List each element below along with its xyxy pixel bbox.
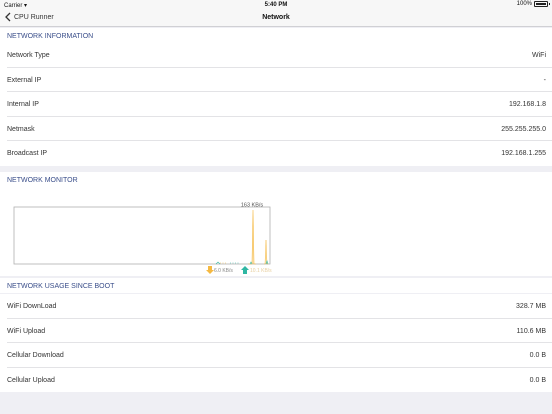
row-value: 0.0 B (529, 352, 546, 359)
clock: 5:40 PM (264, 2, 288, 8)
table-row: WiFi Upload 110.6 MB (0, 319, 552, 343)
table-row: Network Type WiFi (0, 43, 552, 68)
section-header-network-monitor: NETWORK MONITOR (0, 172, 552, 188)
network-monitor-panel: 163 KB/s 6.0 KB/s 10.1 KB/s (0, 188, 552, 276)
row-value: WiFi (532, 52, 546, 59)
row-label: Internal IP (7, 101, 39, 108)
row-label: Broadcast IP (7, 150, 48, 157)
row-value: 110.6 MB (516, 327, 546, 335)
table-row: Internal IP 192.168.1.8 (0, 92, 552, 117)
row-value: 328.7 MB (516, 303, 546, 310)
table-row: Cellular Download 0.0 B (0, 343, 552, 368)
battery-icon (534, 1, 550, 7)
network-monitor-graph: 163 KB/s 6.0 KB/s 10.1 KB/s (13, 203, 272, 274)
table-row: External IP - (0, 68, 552, 92)
navigation-bar: CPU Runner Network (0, 10, 552, 27)
battery-indicator: 100% (516, 1, 550, 7)
row-value: 0.0 B (529, 376, 546, 384)
network-info-table: Network Type WiFi External IP - Internal I… (0, 43, 552, 166)
network-usage-table: WiFi DownLoad 328.7 MB WiFi Upload 110.6 M… (0, 294, 552, 392)
row-label: Network Type (7, 52, 50, 59)
section-header-network-information: NETWORK INFORMATION (0, 28, 552, 43)
graph-frame (13, 206, 271, 265)
row-label: Cellular Upload (7, 376, 55, 384)
upload-arrow-icon (241, 266, 249, 274)
row-label: WiFi Upload (7, 327, 46, 335)
row-label: WiFi DownLoad (7, 303, 57, 310)
table-row: Netmask 255.255.255.0 (0, 117, 552, 141)
row-value: 255.255.255.0 (501, 125, 546, 133)
peak-label: 163 KB/s (241, 203, 264, 209)
section-header-network-usage: NETWORK USAGE SINCE BOOT (0, 278, 552, 293)
table-row: Broadcast IP 192.168.1.255 (0, 141, 552, 166)
table-row: WiFi DownLoad 328.7 MB (0, 294, 552, 319)
status-bar: Carrier ▾ 5:40 PM 100% (0, 0, 552, 10)
row-value: 192.168.1.8 (509, 101, 546, 108)
battery-percent: 100% (516, 1, 532, 7)
row-value: - (543, 76, 546, 84)
upload-rate-label: 10.1 KB/s (250, 268, 272, 274)
page-title: Network (262, 14, 290, 21)
download-rate-label: 6.0 KB/s (214, 268, 233, 274)
table-row: Cellular Upload 0.0 B (0, 368, 552, 393)
row-label: Cellular Download (7, 352, 64, 359)
battery-fill (536, 3, 546, 5)
download-arrow-icon (206, 266, 214, 274)
row-label: Netmask (7, 125, 35, 133)
row-value: 192.168.1.255 (501, 150, 546, 157)
row-label: External IP (7, 76, 42, 84)
